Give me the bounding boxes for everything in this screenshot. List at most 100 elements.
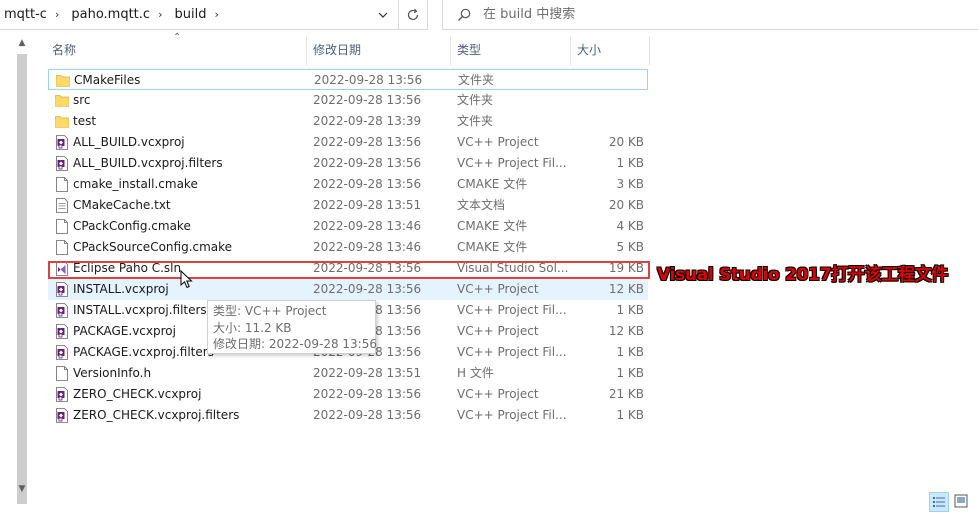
file-type: 文件夹 <box>457 114 494 128</box>
file-name: PACKAGE.vcxproj <box>73 324 176 338</box>
file-type: CMAKE 文件 <box>457 177 528 191</box>
column-divider[interactable] <box>570 36 571 65</box>
file-name: INSTALL.vcxproj <box>73 282 169 296</box>
file-name: cmake_install.cmake <box>73 177 198 191</box>
file-row[interactable]: src 2022-09-28 13:56 文件夹 <box>48 90 648 111</box>
file-row[interactable]: cmake_install.cmake 2022-09-28 13:56 CMAKE… <box>48 174 648 195</box>
annotation-text: Visual Studio 2017打开该工程文件 <box>657 265 949 285</box>
toolbar: mqtt-c › paho.mqtt.c › build › <box>0 0 979 30</box>
file-modified-date: 2022-09-28 13:56 <box>313 282 422 296</box>
file-name: CPackSourceConfig.cmake <box>73 240 233 254</box>
file-modified-date: 2022-09-28 13:56 <box>313 177 422 191</box>
file-name: INSTALL.vcxproj.filters <box>73 303 207 317</box>
file-size: 1 KB <box>616 156 644 170</box>
column-header-size[interactable]: 大小 <box>573 36 648 65</box>
refresh-icon <box>407 8 419 20</box>
file-size: 21 KB <box>608 387 644 401</box>
column-header-row: ⌃ 名称 修改日期 类型 大小 <box>48 32 650 65</box>
column-header-date[interactable]: 修改日期 <box>309 36 449 65</box>
scroll-up-icon[interactable]: ▲ <box>17 38 27 48</box>
file-row[interactable]: ALL_BUILD.vcxproj.filters 2022-09-28 13:5… <box>48 153 648 174</box>
file-name: CPackConfig.cmake <box>73 219 191 233</box>
document-icon <box>55 177 69 192</box>
file-modified-date: 2022-09-28 13:56 <box>313 408 422 422</box>
file-size: 4 KB <box>616 219 644 233</box>
vcxproj-icon <box>55 282 69 297</box>
breadcrumb-mqtt-c[interactable]: mqtt-c <box>2 7 49 22</box>
breadcrumb-paho-mqtt-c[interactable]: paho.mqtt.c <box>69 7 152 22</box>
file-type: VC++ Project <box>457 135 539 149</box>
search-box[interactable] <box>442 0 979 30</box>
column-divider[interactable] <box>450 36 451 65</box>
column-divider[interactable] <box>306 36 307 65</box>
column-header-type[interactable]: 类型 <box>453 36 568 65</box>
file-type: VC++ Project <box>457 282 539 296</box>
tooltip-date: 修改日期: 2022-09-28 13:56 <box>213 337 377 351</box>
file-info-tooltip: 类型: VC++ Project 大小: 11.2 KB 修改日期: 2022-… <box>207 300 377 354</box>
column-header-name[interactable]: 名称 <box>48 36 306 65</box>
file-row[interactable]: ALL_BUILD.vcxproj 2022-09-28 13:56 VC++ Pr… <box>48 132 648 153</box>
file-row[interactable]: CPackSourceConfig.cmake 2022-09-28 13:46 C… <box>48 237 648 258</box>
search-input[interactable] <box>483 7 883 22</box>
file-name: ALL_BUILD.vcxproj <box>73 135 185 149</box>
file-row[interactable]: ZERO_CHECK.vcxproj.filters 2022-09-28 13:… <box>48 405 648 426</box>
file-name: test <box>73 114 97 128</box>
file-row[interactable]: INSTALL.vcxproj 2022-09-28 13:56 VC++ Proj… <box>48 279 648 300</box>
file-type: VC++ Project Fil... <box>457 156 567 170</box>
file-type: VC++ Project <box>457 324 539 338</box>
file-type: CMAKE 文件 <box>457 219 528 233</box>
vcxproj-icon <box>55 303 69 318</box>
scrollbar-thumb[interactable] <box>17 54 27 504</box>
file-modified-date: 2022-09-28 13:56 <box>313 135 422 149</box>
vcxproj-icon <box>55 408 69 423</box>
chevron-down-icon[interactable] <box>374 8 392 22</box>
file-name: ALL_BUILD.vcxproj.filters <box>73 156 223 170</box>
file-modified-date: 2022-09-28 13:56 <box>314 73 423 87</box>
document-icon <box>55 366 69 381</box>
file-name: CMakeFiles <box>74 73 141 87</box>
file-row[interactable]: CPackConfig.cmake 2022-09-28 13:46 CMAKE 文… <box>48 216 648 237</box>
file-size: 20 KB <box>608 198 644 212</box>
folder-icon <box>56 73 70 88</box>
file-row[interactable]: ZERO_CHECK.vcxproj 2022-09-28 13:56 VC++ P… <box>48 384 648 405</box>
file-type: 文件夹 <box>458 73 495 87</box>
file-size: 5 KB <box>616 240 644 254</box>
file-name: PACKAGE.vcxproj.filters <box>73 345 214 359</box>
file-size: 1 KB <box>616 408 644 422</box>
file-modified-date: 2022-09-28 13:56 <box>313 156 422 170</box>
breadcrumb-separator-icon[interactable]: › <box>49 8 69 21</box>
file-type: VC++ Project Fil... <box>457 408 567 422</box>
scroll-down-icon[interactable]: ▼ <box>17 484 27 494</box>
file-size: 1 KB <box>616 303 644 317</box>
breadcrumb-separator-icon[interactable]: › <box>208 8 228 21</box>
column-divider[interactable] <box>649 36 650 65</box>
tooltip-type: 类型: VC++ Project <box>213 304 327 318</box>
breadcrumb-separator-icon[interactable]: › <box>152 8 172 21</box>
vcxproj-icon <box>55 345 69 360</box>
vcxproj-icon <box>55 156 69 171</box>
file-size: 1 KB <box>616 345 644 359</box>
file-row[interactable]: CMakeFiles 2022-09-28 13:56 文件夹 <box>48 69 648 90</box>
details-view-icon <box>933 497 945 507</box>
file-modified-date: 2022-09-28 13:56 <box>313 93 422 107</box>
breadcrumb-build[interactable]: build <box>172 7 208 22</box>
file-type: 文件夹 <box>457 93 494 107</box>
file-row[interactable]: test 2022-09-28 13:39 文件夹 <box>48 111 648 132</box>
details-view-button[interactable] <box>929 492 949 512</box>
large-icons-view-button[interactable] <box>952 492 972 512</box>
file-size: 20 KB <box>608 135 644 149</box>
file-type: 文本文档 <box>457 198 506 212</box>
folder-icon <box>55 93 69 108</box>
large-icons-view-icon <box>954 494 968 508</box>
file-row[interactable]: VersionInfo.h 2022-09-28 13:51 H 文件 1 KB <box>48 363 648 384</box>
file-type: VC++ Project <box>457 387 539 401</box>
address-bar[interactable]: mqtt-c › paho.mqtt.c › build › <box>0 0 398 30</box>
file-size: 12 KB <box>608 282 644 296</box>
file-row[interactable]: CMakeCache.txt 2022-09-28 13:51 文本文档 20 KB <box>48 195 648 216</box>
vertical-scrollbar[interactable]: ▲ ▼ <box>14 38 31 504</box>
file-type: CMAKE 文件 <box>457 240 528 254</box>
refresh-button[interactable] <box>398 0 428 30</box>
document-icon <box>55 219 69 234</box>
file-modified-date: 2022-09-28 13:56 <box>313 387 422 401</box>
view-mode-toggle <box>929 492 973 512</box>
